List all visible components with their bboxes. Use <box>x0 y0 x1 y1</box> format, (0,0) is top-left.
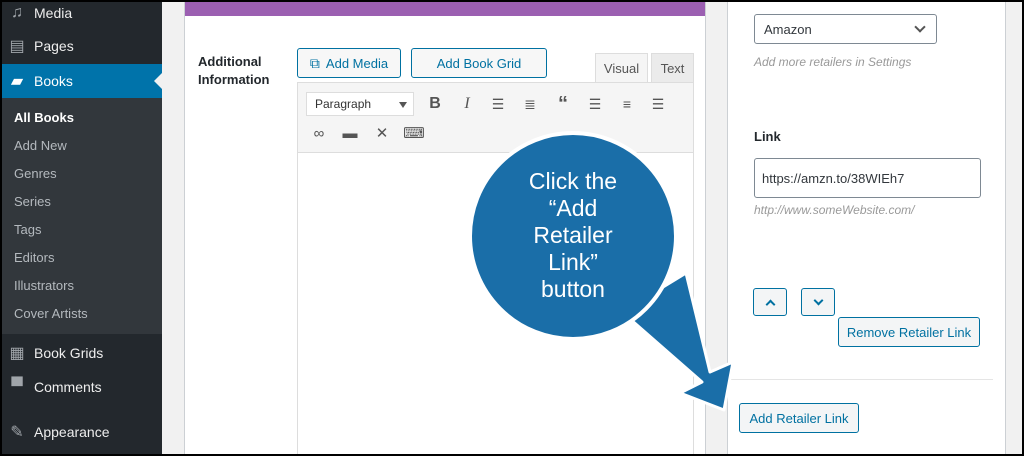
submenu-genres[interactable]: Genres <box>14 166 57 181</box>
retailer-links-panel: Amazon Add more retailers in Settings Li… <box>727 0 1006 456</box>
format-select-value: Paragraph <box>315 97 372 111</box>
remove-retailer-link-button[interactable]: Remove Retailer Link <box>838 317 980 347</box>
submenu-tags[interactable]: Tags <box>14 222 41 237</box>
submenu-series[interactable]: Series <box>14 194 51 209</box>
align-center-icon[interactable]: ≡ <box>614 92 640 116</box>
add-retailer-link-label: Add Retailer Link <box>749 410 849 426</box>
link-icon[interactable]: ∞ <box>306 121 332 145</box>
retailer-select[interactable]: Amazon <box>754 14 937 44</box>
submenu-editors[interactable]: Editors <box>14 250 54 265</box>
editor-toolbar: Paragraph B I ☰ ≣ “ ☰ ≡ ☰ ∞ ▬ ✕ ⌨ <box>298 83 693 153</box>
align-left-icon[interactable]: ☰ <box>582 92 608 116</box>
format-select[interactable]: Paragraph <box>306 92 414 116</box>
tab-visual[interactable]: Visual <box>595 53 648 83</box>
sidebar-item-label: Media <box>34 5 73 21</box>
caret-down-icon <box>399 102 407 108</box>
add-media-button[interactable]: ⧉ Add Media <box>297 48 401 78</box>
add-retailer-link-button[interactable]: Add Retailer Link <box>739 403 859 433</box>
callout-line: Click the <box>528 168 618 194</box>
divider <box>728 379 993 380</box>
submenu-all-books[interactable]: All Books <box>14 110 74 125</box>
books-icon: ▰ <box>10 73 24 90</box>
link-hint: http://www.someWebsite.com/ <box>754 203 915 217</box>
submenu-cover-artists[interactable]: Cover Artists <box>14 306 88 321</box>
sidebar-item-label: Pages <box>34 38 74 54</box>
callout-line: button <box>541 276 605 302</box>
comments-icon: ▀ <box>11 378 23 395</box>
field-label: Additional Information <box>198 54 270 87</box>
tab-text-label: Text <box>660 61 685 76</box>
fullscreen-icon[interactable]: ✕ <box>369 121 395 145</box>
numbered-list-icon[interactable]: ≣ <box>517 92 543 116</box>
callout-line: “Add <box>548 195 598 221</box>
sidebar-item-books[interactable]: ▰ Books <box>0 64 162 98</box>
sidebar-item-label: Appearance <box>34 424 110 440</box>
move-up-button[interactable] <box>753 288 787 316</box>
italic-icon[interactable]: I <box>454 92 480 116</box>
sidebar-item-comments[interactable]: ▀ Comments <box>0 370 162 404</box>
sidebar-item-label: Books <box>34 73 73 89</box>
blockquote-icon[interactable]: “ <box>550 92 576 116</box>
sidebar-item-book-grids[interactable]: ▦ Book Grids <box>0 336 162 370</box>
media-icon: ♫ <box>11 4 23 21</box>
add-book-grid-label: Add Book Grid <box>436 55 522 71</box>
callout-line: Link” <box>548 249 598 275</box>
sidebar-item-appearance[interactable]: ✎ Appearance <box>0 415 162 449</box>
read-more-icon[interactable]: ▬ <box>337 121 363 145</box>
select-hint: Add more retailers in Settings <box>754 55 912 69</box>
chevron-down-icon <box>914 21 926 33</box>
chevron-up-icon <box>765 299 775 309</box>
retailer-link-value: https://amzn.to/38WIEh7 <box>762 170 905 186</box>
keyboard-icon[interactable]: ⌨ <box>401 121 427 145</box>
move-down-button[interactable] <box>801 288 835 316</box>
tab-visual-label: Visual <box>603 61 640 76</box>
remove-retailer-link-label: Remove Retailer Link <box>846 324 972 340</box>
submenu-illustrators[interactable]: Illustrators <box>14 278 74 293</box>
tab-text[interactable]: Text <box>651 53 694 83</box>
panel-header-bar <box>185 1 705 16</box>
books-submenu: All Books Add New Genres Series Tags Edi… <box>0 98 162 334</box>
sidebar-item-label: Book Grids <box>34 345 104 361</box>
sidebar-item-label: Comments <box>34 379 102 395</box>
retailer-select-value: Amazon <box>764 21 812 37</box>
appearance-icon: ✎ <box>10 424 24 441</box>
add-media-label: Add Media <box>325 55 389 71</box>
link-label: Link <box>754 129 781 144</box>
sidebar-item-pages[interactable]: ▤ Pages <box>0 29 162 63</box>
admin-sidebar: ♫ Media ▤ Pages ▰ Books All Books Add Ne… <box>0 0 162 456</box>
sidebar-item-media[interactable]: ♫ Media <box>0 0 162 30</box>
grid-icon: ▦ <box>9 345 25 362</box>
add-book-grid-button[interactable]: Add Book Grid <box>411 48 547 78</box>
add-media-icon: ⧉ <box>309 54 320 71</box>
submenu-add-new[interactable]: Add New <box>14 138 67 153</box>
callout-text: Click the “Add Retailer Link” button <box>497 168 649 303</box>
bullet-list-icon[interactable]: ☰ <box>485 92 511 116</box>
retailer-link-input[interactable]: https://amzn.to/38WIEh7 <box>754 158 981 198</box>
bold-icon[interactable]: B <box>422 92 448 116</box>
chevron-down-icon <box>813 295 823 306</box>
align-right-icon[interactable]: ☰ <box>645 92 671 116</box>
callout-line: Retailer <box>533 222 613 248</box>
pages-icon: ▤ <box>9 38 25 55</box>
